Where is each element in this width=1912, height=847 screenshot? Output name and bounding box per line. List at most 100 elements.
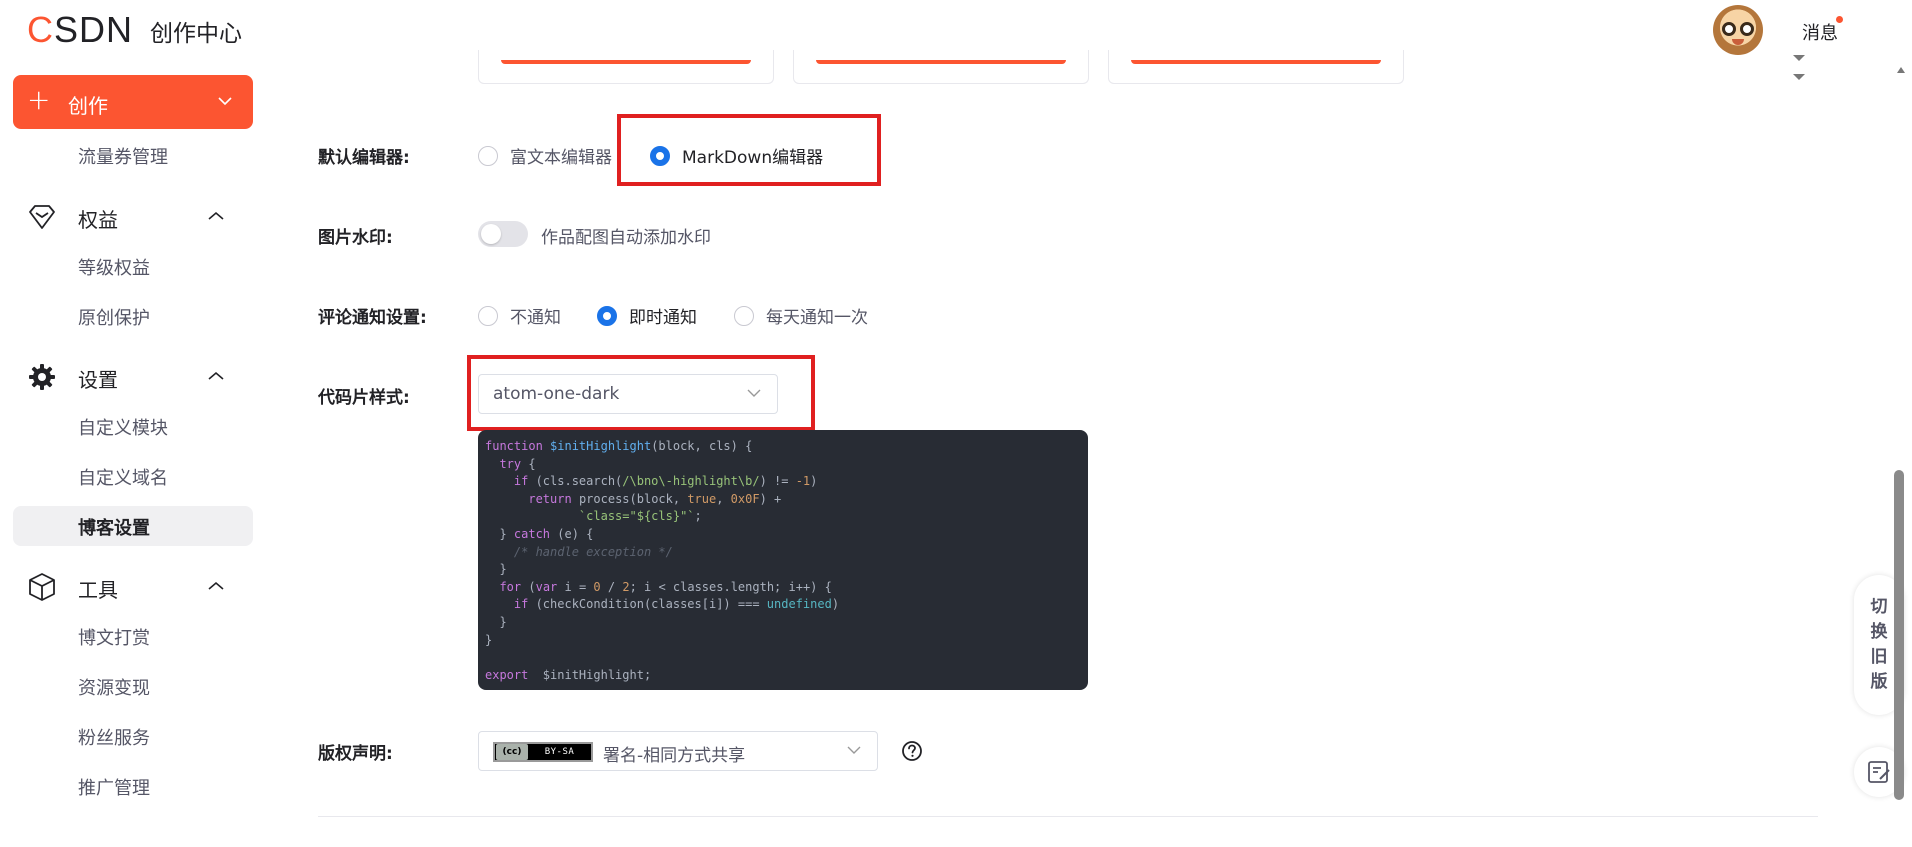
template-card[interactable]: [478, 50, 774, 84]
code-text: i =: [557, 579, 594, 594]
diamond-icon: [27, 202, 57, 232]
code-text: ) +: [759, 491, 782, 506]
copyright-select[interactable]: (cc) BY-SA 署名-相同方式共享: [478, 731, 878, 771]
sidebar-item-custom-modules[interactable]: 自定义模块: [78, 414, 168, 440]
code-line: }: [485, 632, 1081, 650]
user-avatar[interactable]: [1713, 5, 1763, 55]
page-brand-title: 创作中心: [150, 21, 242, 47]
gear-icon: [27, 362, 57, 392]
radio-no-notify[interactable]: 不通知: [478, 303, 561, 328]
chevron-up-icon: [208, 371, 224, 380]
code-text: (checkCondition(classes[i]) ===: [528, 597, 767, 612]
switch-label-char: 版: [1870, 672, 1888, 692]
sidebar-group-benefits[interactable]: 权益: [27, 202, 237, 232]
code-keyword: var: [535, 579, 558, 594]
toggle-knob: [481, 224, 501, 244]
code-style-value: atom-one-dark: [493, 384, 620, 404]
watermark-toggle[interactable]: [478, 221, 528, 247]
scroll-up-arrow-icon[interactable]: [1792, 54, 1806, 62]
sidebar-item-level-benefits[interactable]: 等级权益: [78, 254, 150, 280]
sidebar-item-blog-settings[interactable]: 博客设置: [78, 514, 150, 540]
sidebar-item-traffic-voucher[interactable]: 流量券管理: [78, 143, 168, 169]
edit-note-icon: [1868, 761, 1890, 783]
code-text: (: [521, 579, 536, 594]
code-text: }: [485, 526, 514, 541]
watermark-toggle-label: 作品配图自动添加水印: [541, 228, 711, 248]
sidebar-item-resource-monetize[interactable]: 资源变现: [78, 674, 150, 700]
create-button[interactable]: + 创作: [13, 75, 253, 129]
help-icon[interactable]: [901, 740, 923, 762]
scroll-down-arrow-icon[interactable]: [1792, 73, 1806, 81]
radio-daily-notify[interactable]: 每天通知一次: [734, 303, 868, 328]
code-keyword: catch: [513, 526, 551, 541]
main-content: 默认编辑器: 富文本编辑器 MarkDown编辑器 图片水印: 作品配图自动添加…: [265, 50, 1905, 847]
avatar-eye-right: [1740, 22, 1754, 36]
code-text: ,: [716, 491, 731, 506]
radio-label: 富文本编辑器: [510, 148, 612, 168]
radio-label: MarkDown编辑器: [682, 148, 824, 168]
sidebar-group-label: 工具: [78, 578, 118, 602]
code-text: process(block,: [571, 491, 688, 506]
radio-instant-notify[interactable]: 即时通知: [597, 303, 697, 328]
code-keyword: for: [499, 579, 522, 594]
code-function-name: $initHighlight: [550, 439, 652, 453]
sidebar: + 创作 流量券管理 权益 等级权益 原创保护 设置 自定义模块 自定义域名 博…: [0, 60, 265, 847]
sidebar-group-tools[interactable]: 工具: [27, 572, 237, 602]
radio-circle: [650, 145, 670, 166]
create-button-label: 创作: [68, 94, 108, 118]
radio-label: 不通知: [510, 308, 561, 328]
radio-markdown-editor[interactable]: MarkDown编辑器: [650, 143, 823, 168]
scrollbar-up-arrow-icon[interactable]: [1896, 66, 1906, 74]
code-keyword: if: [513, 597, 529, 612]
cc-badge-text: BY-SA: [544, 747, 575, 757]
csdn-logo[interactable]: C SDN: [27, 9, 133, 50]
scrollbar-thumb[interactable]: [1894, 470, 1904, 800]
code-preview: function $initHighlight(block, cls) { tr…: [478, 430, 1088, 690]
code-line: [485, 649, 1081, 667]
comment-notify-label: 评论通知设置:: [318, 308, 427, 328]
sidebar-item-custom-domain[interactable]: 自定义域名: [78, 464, 168, 490]
sidebar-item-promotion[interactable]: 推广管理: [78, 774, 150, 800]
radio-circle: [478, 305, 498, 326]
logo-letter-c: C: [27, 9, 54, 50]
switch-label-char: 换: [1870, 622, 1888, 642]
sidebar-item-fan-service[interactable]: 粉丝服务: [78, 724, 150, 750]
code-line: }: [485, 614, 1081, 632]
code-keyword: return: [528, 491, 572, 506]
code-text: }: [485, 614, 507, 629]
code-line: `class="${cls}"`;: [485, 508, 1081, 526]
plus-icon: +: [27, 83, 51, 116]
copyright-label: 版权声明:: [318, 744, 393, 764]
chevron-up-icon: [208, 211, 224, 220]
template-card[interactable]: [1108, 50, 1404, 84]
code-text: ;: [694, 509, 702, 524]
code-text: ) !=: [759, 474, 796, 489]
copyright-value: 署名-相同方式共享: [603, 746, 746, 766]
radio-rich-text-editor[interactable]: 富文本编辑器: [478, 143, 612, 168]
code-text: {: [521, 456, 536, 471]
code-text: (block, cls) {: [651, 439, 753, 453]
template-card[interactable]: [793, 50, 1089, 84]
radio-circle: [597, 305, 617, 326]
radio-circle: [478, 145, 498, 166]
code-line: return process(block, true, 0x0F) +: [485, 491, 1081, 509]
card-accent-bar: [501, 60, 751, 64]
card-accent-bar: [1131, 60, 1381, 64]
avatar-eye-left: [1722, 22, 1736, 36]
code-style-select[interactable]: atom-one-dark: [478, 374, 778, 414]
app-root: C SDN 创作中心 消息 + 创作 流量券管理 权益 等级权益 原创保护 设置…: [0, 0, 1912, 847]
sidebar-item-tipping[interactable]: 博文打赏: [78, 624, 150, 650]
messages-link[interactable]: 消息: [1802, 19, 1838, 45]
cc-logo: (cc): [496, 744, 528, 760]
switch-label-char: 切: [1870, 597, 1888, 617]
code-text: }: [485, 632, 493, 647]
sidebar-group-settings[interactable]: 设置: [27, 362, 237, 392]
code-text: $initHighlight;: [528, 667, 652, 682]
chevron-down-icon: [218, 97, 232, 106]
sidebar-item-original-protection[interactable]: 原创保护: [78, 304, 150, 330]
